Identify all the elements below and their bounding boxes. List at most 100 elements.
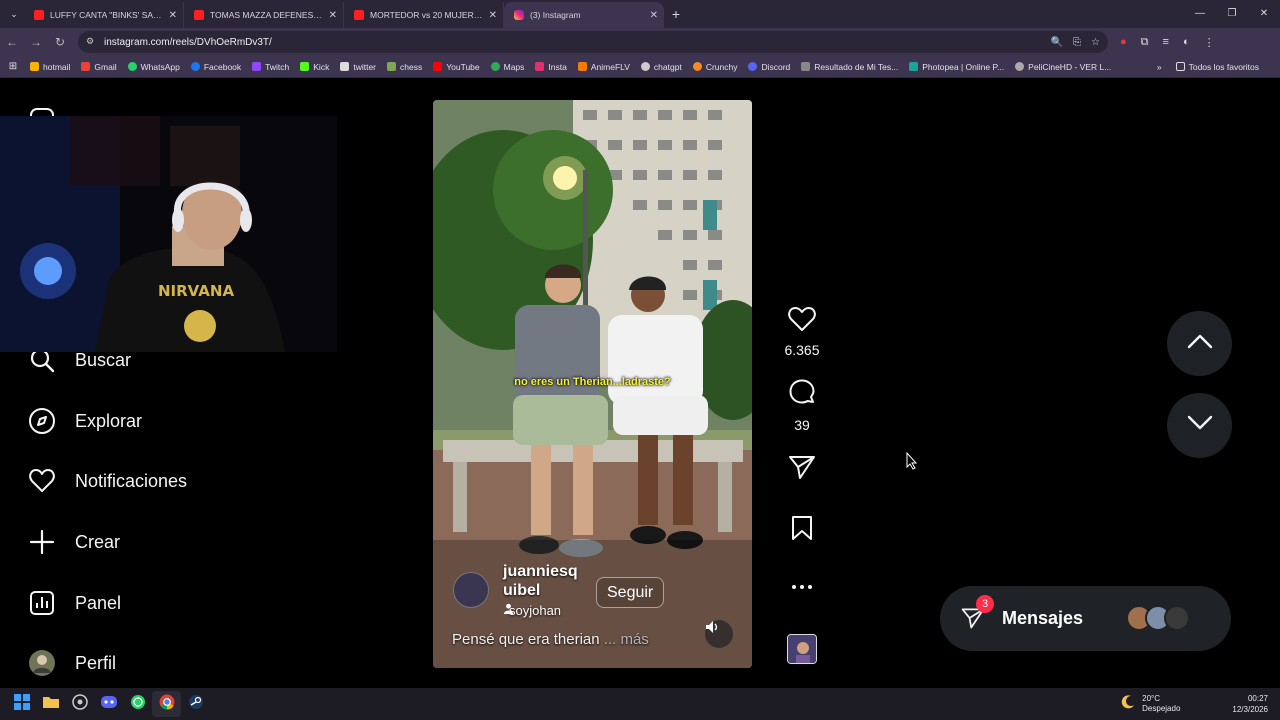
bookmark-item[interactable]: Maps (490, 62, 524, 72)
windows-icon (13, 693, 30, 715)
reload-icon[interactable]: ↻ (48, 35, 72, 49)
share-action[interactable] (783, 453, 821, 486)
bookmark-item[interactable]: chatgpt (640, 62, 682, 72)
youtube-icon (194, 10, 204, 20)
extension-icon[interactable]: ● (1120, 36, 1127, 49)
webcam-overlay: NIRVANA (0, 116, 337, 352)
weather-widget[interactable]: 20°C Despejado (1120, 694, 1180, 715)
address-bar[interactable]: ⚙ instagram.com/reels/DVhOeRmDv3T/ 🔍 ⎘ ☆ (78, 31, 1108, 53)
bookmark-item[interactable]: Facebook (190, 62, 241, 72)
restore-icon[interactable]: ❐ (1216, 0, 1248, 28)
bookmark-item[interactable]: YouTube (433, 62, 480, 72)
bookmark-item[interactable]: twitter (340, 62, 376, 72)
unread-badge: 3 (976, 594, 994, 613)
mute-button[interactable] (705, 620, 733, 648)
media-icon[interactable]: ≡ (1163, 36, 1169, 49)
install-icon[interactable]: ⎘ (1073, 37, 1081, 48)
avatar (1164, 605, 1190, 631)
like-action[interactable]: 6.365 (783, 305, 821, 358)
bookmark-item[interactable]: WhatsApp (127, 62, 180, 72)
chrome-button[interactable] (152, 691, 181, 717)
bookmark-item[interactable]: Discord (748, 62, 790, 72)
sidebar-item-perfil[interactable]: Perfil (28, 645, 116, 681)
browser-tab-strip: ⌄ LUFFY CANTA "BINKS' SAKE" ✕ TOMAS MAZZ… (0, 0, 1280, 28)
bookmark-item[interactable]: PeliCineHD - VER L... (1015, 62, 1111, 72)
tab-title: MORTEDOR vs 20 MUJERES - Y (370, 10, 485, 20)
start-button[interactable] (7, 691, 36, 717)
tab-search-button[interactable]: ⌄ (4, 4, 24, 24)
forward-icon[interactable]: → (24, 35, 48, 49)
messages-icon-wrap: 3 (960, 594, 994, 633)
discord-button[interactable] (94, 691, 123, 717)
sidebar-item-crear[interactable]: Crear (28, 524, 120, 560)
audio-thumbnail[interactable] (787, 634, 817, 664)
heart-icon[interactable] (787, 305, 817, 338)
steam-button[interactable] (181, 691, 210, 717)
bookmark-item[interactable]: Twitch (252, 62, 289, 72)
profile-icon[interactable]: ◐ (1183, 36, 1190, 49)
bookmark-item[interactable]: Gmail (81, 62, 117, 72)
browser-tab[interactable]: MORTEDOR vs 20 MUJERES - Y ✕ (344, 2, 504, 28)
back-icon[interactable]: ← (0, 35, 24, 49)
sidebar-item-notificaciones[interactable]: Notificaciones (28, 463, 187, 499)
comment-count: 39 (794, 417, 810, 433)
browser-tab[interactable]: TOMAS MAZZA DEFENESTRÓ a ✕ (184, 2, 344, 28)
extensions-puzzle-icon[interactable]: ⧉ (1141, 36, 1149, 49)
more-bookmarks-icon[interactable]: » (1157, 62, 1162, 72)
bookmark-item[interactable]: hotmail (30, 62, 70, 72)
bookmark-star-icon[interactable]: ☆ (1091, 37, 1100, 48)
moon-icon (1120, 694, 1136, 715)
bookmark-item[interactable]: Kick (300, 62, 329, 72)
bookmark-item[interactable]: Crunchy (692, 62, 737, 72)
instagram-icon (514, 10, 524, 20)
sidebar-item-label: Panel (75, 592, 122, 613)
close-window-icon[interactable]: ✕ (1248, 0, 1280, 28)
next-reel-button[interactable] (1167, 393, 1232, 458)
menu-kebab-icon[interactable]: ⋮ (1204, 36, 1215, 49)
new-tab-button[interactable]: + (664, 6, 688, 22)
bookmark-item[interactable]: chess (387, 62, 422, 72)
comment-action[interactable]: 39 (783, 378, 821, 433)
site-info-icon[interactable]: ⚙ (86, 36, 98, 48)
sidebar-item-panel[interactable]: Panel (28, 585, 121, 621)
reel-description: Pensé que era therian ... más (452, 631, 649, 648)
previous-reel-button[interactable] (1167, 311, 1232, 376)
minimize-icon[interactable]: — (1184, 0, 1216, 28)
audio-attribution[interactable]: soyjohan (503, 603, 561, 618)
send-icon[interactable] (787, 453, 817, 486)
author-name[interactable]: juanniesquibel (503, 562, 583, 600)
reel-video[interactable]: no eres un Therian...ladraste? juanniesq… (433, 100, 752, 668)
clock[interactable]: 00:27 12/3/2026 (1232, 693, 1268, 715)
taskbar-app-button[interactable] (65, 691, 94, 717)
bookmark-item[interactable]: Resultado de Mi Tes... (801, 62, 898, 72)
bookmark-icon[interactable] (790, 514, 814, 547)
heart-icon (28, 467, 56, 495)
author-avatar[interactable] (453, 572, 489, 608)
sidebar-item-label: Explorar (75, 410, 143, 431)
apps-grid-icon[interactable]: ⊞ (0, 61, 26, 72)
browser-tab[interactable]: LUFFY CANTA "BINKS' SAKE" ✕ (24, 2, 184, 28)
messages-button[interactable]: 3 Mensajes (940, 586, 1231, 651)
bookmark-item[interactable]: Insta (535, 62, 567, 72)
more-link[interactable]: ... más (604, 631, 649, 648)
close-icon[interactable]: ✕ (329, 10, 337, 21)
bookmark-item[interactable]: AnimeFLV (577, 62, 630, 72)
browser-tab-active[interactable]: (3) Instagram ✕ (504, 2, 664, 28)
file-explorer-button[interactable] (36, 691, 65, 717)
save-action[interactable] (783, 514, 821, 547)
more-dots-icon[interactable] (790, 578, 814, 596)
like-count: 6.365 (784, 342, 820, 358)
comment-icon[interactable] (787, 378, 817, 413)
follow-button[interactable]: Seguir (596, 577, 665, 608)
close-icon[interactable]: ✕ (169, 10, 177, 21)
bookmark-item[interactable]: Photopea | Online P... (909, 62, 1004, 72)
whatsapp-button[interactable] (123, 691, 152, 717)
close-icon[interactable]: ✕ (489, 10, 497, 21)
zoom-icon[interactable]: 🔍 (1051, 37, 1063, 48)
all-bookmarks-folder[interactable]: Todos los favoritos (1175, 62, 1259, 72)
more-action[interactable] (783, 578, 821, 596)
sidebar-item-label: Buscar (75, 349, 132, 370)
sidebar-item-explorar[interactable]: Explorar (28, 403, 142, 439)
tab-title: LUFFY CANTA "BINKS' SAKE" (50, 10, 165, 20)
close-icon[interactable]: ✕ (650, 10, 658, 21)
